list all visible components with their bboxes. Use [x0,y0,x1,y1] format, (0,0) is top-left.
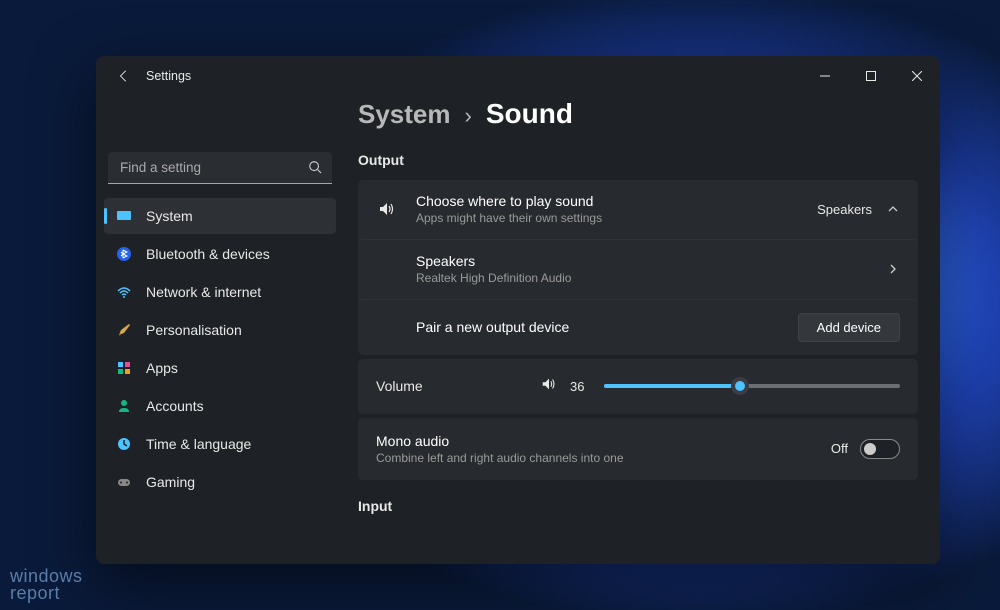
display-icon [116,208,132,224]
row-subtitle: Combine left and right audio channels in… [376,451,831,467]
wifi-icon [116,284,132,300]
speaker-icon [376,199,398,219]
sidebar-item-network[interactable]: Network & internet [104,274,336,310]
game-icon [116,474,132,490]
titlebar: Settings [96,56,940,96]
row-subtitle: Realtek High Definition Audio [416,271,886,287]
sidebar-item-personalisation[interactable]: Personalisation [104,312,336,348]
volume-value: 36 [570,379,592,394]
profile-area [104,96,336,152]
breadcrumb: System › Sound [358,98,918,130]
chevron-right-icon: › [465,103,472,129]
toggle-state: Off [831,441,848,456]
speaker-icon[interactable] [540,375,558,398]
sidebar: System Bluetooth & devices Network & int… [96,96,344,564]
bluetooth-icon [116,246,132,262]
minimize-button[interactable] [802,60,848,92]
row-title: Speakers [416,252,886,270]
sidebar-item-apps[interactable]: Apps [104,350,336,386]
sidebar-item-label: Network & internet [146,284,261,300]
search-input[interactable] [108,152,332,184]
chevron-right-icon [886,263,900,275]
row-title: Pair a new output device [416,318,798,336]
sidebar-item-time[interactable]: Time & language [104,426,336,462]
sidebar-nav: System Bluetooth & devices Network & int… [104,198,336,500]
sidebar-item-label: Personalisation [146,322,242,338]
sidebar-item-accounts[interactable]: Accounts [104,388,336,424]
add-device-button[interactable]: Add device [798,313,900,342]
section-input-label: Input [358,498,918,514]
chevron-up-icon [886,203,900,215]
section-output-label: Output [358,152,918,168]
output-device-value: Speakers [817,202,872,217]
window-title: Settings [146,69,191,83]
breadcrumb-parent[interactable]: System [358,99,451,130]
row-title: Mono audio [376,432,831,450]
clock-icon [116,436,132,452]
speakers-device-row[interactable]: Speakers Realtek High Definition Audio [358,239,918,299]
main-content: System › Sound Output Choose where to pl… [344,96,940,564]
volume-row: Volume 36 [358,359,918,414]
maximize-button[interactable] [848,60,894,92]
back-button[interactable] [110,62,138,90]
settings-window: Settings System Bluetooth & devices [96,56,940,564]
mono-audio-toggle[interactable] [860,439,900,459]
sidebar-item-label: Bluetooth & devices [146,246,270,262]
mono-audio-row: Mono audio Combine left and right audio … [358,418,918,481]
output-device-group: Choose where to play sound Apps might ha… [358,180,918,355]
watermark: windowsreport [10,568,83,602]
sidebar-item-system[interactable]: System [104,198,336,234]
close-button[interactable] [894,60,940,92]
sidebar-item-bluetooth[interactable]: Bluetooth & devices [104,236,336,272]
sidebar-item-label: Time & language [146,436,251,452]
sidebar-item-label: Apps [146,360,178,376]
row-subtitle: Apps might have their own settings [416,211,817,227]
sidebar-item-label: Accounts [146,398,204,414]
row-title: Choose where to play sound [416,192,817,210]
volume-label: Volume [376,378,423,394]
pair-device-row: Pair a new output device Add device [358,299,918,355]
person-icon [116,398,132,414]
breadcrumb-current: Sound [486,98,573,130]
sidebar-item-label: System [146,208,193,224]
brush-icon [116,322,132,338]
volume-slider[interactable] [604,376,900,396]
sidebar-item-gaming[interactable]: Gaming [104,464,336,500]
choose-output-row[interactable]: Choose where to play sound Apps might ha… [358,180,918,239]
sidebar-item-label: Gaming [146,474,195,490]
apps-icon [116,360,132,376]
